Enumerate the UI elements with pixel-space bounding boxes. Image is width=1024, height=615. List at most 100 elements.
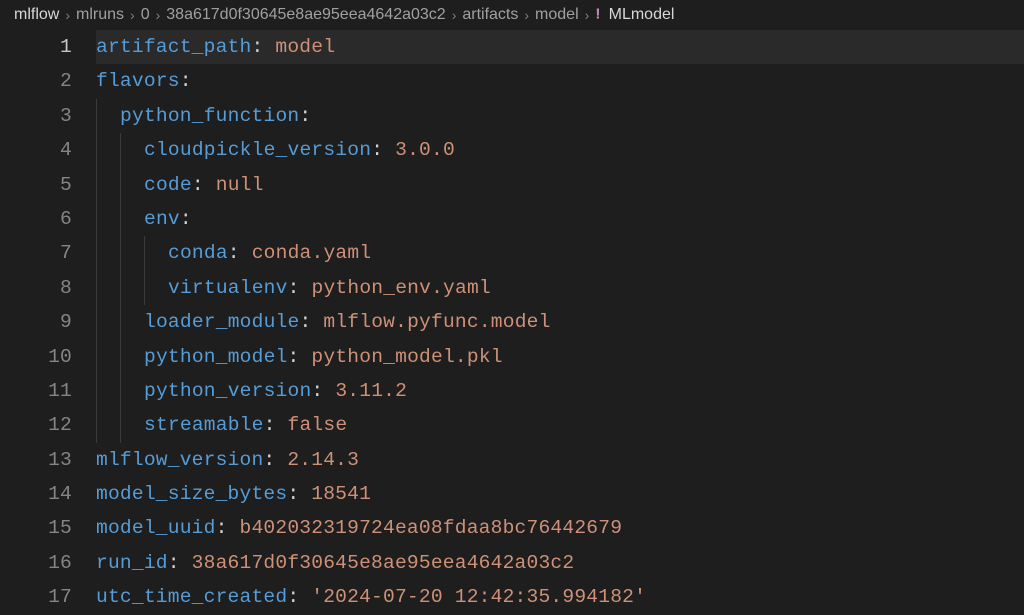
yaml-value: python_env.yaml	[312, 277, 491, 299]
code-line[interactable]: loader_module: mlflow.pyfunc.model	[96, 305, 1024, 339]
yaml-value: mlflow.pyfunc.model	[323, 311, 550, 333]
yaml-punct: :	[371, 139, 395, 161]
line-number: 3	[0, 99, 72, 133]
line-number-gutter: 1234567891011121314151617	[0, 30, 96, 615]
line-number: 10	[0, 340, 72, 374]
line-number: 15	[0, 511, 72, 545]
code-line[interactable]: python_model: python_model.pkl	[96, 340, 1024, 374]
yaml-punct: :	[228, 242, 252, 264]
code-line[interactable]: virtualenv: python_env.yaml	[96, 271, 1024, 305]
yaml-value: null	[216, 174, 264, 196]
line-number: 2	[0, 64, 72, 98]
yaml-punct: :	[263, 449, 287, 471]
yaml-value: false	[288, 414, 348, 436]
yaml-key: model_size_bytes	[96, 483, 287, 505]
line-number: 5	[0, 168, 72, 202]
yaml-punct: :	[251, 36, 275, 58]
breadcrumb-seg[interactable]: artifacts	[462, 6, 518, 24]
yaml-key: mlflow_version	[96, 449, 263, 471]
yaml-punct: :	[168, 552, 192, 574]
yaml-value: b402032319724ea08fdaa8bc76442679	[240, 517, 623, 539]
code-line[interactable]: python_version: 3.11.2	[96, 374, 1024, 408]
breadcrumb-seg[interactable]: mlflow	[14, 6, 59, 24]
yaml-value: '2024-07-20 12:42:35.994182'	[311, 586, 646, 608]
line-number: 12	[0, 408, 72, 442]
yaml-value: 2.14.3	[287, 449, 359, 471]
code-area[interactable]: artifact_path: modelflavors:python_funct…	[96, 30, 1024, 615]
yaml-punct: :	[288, 277, 312, 299]
line-number: 1	[0, 30, 72, 64]
yaml-key: cloudpickle_version	[144, 139, 371, 161]
breadcrumb-seg[interactable]: mlruns	[76, 6, 124, 24]
breadcrumb-file[interactable]: MLmodel	[609, 6, 675, 24]
yaml-punct: :	[216, 517, 240, 539]
yaml-punct: :	[180, 208, 192, 230]
yaml-key: artifact_path	[96, 36, 251, 58]
yaml-key: flavors	[96, 70, 180, 92]
line-number: 16	[0, 546, 72, 580]
breadcrumb-seg[interactable]: model	[535, 6, 579, 24]
yaml-punct: :	[287, 586, 311, 608]
yaml-key: loader_module	[144, 311, 299, 333]
exclaim-icon: !	[595, 7, 600, 23]
line-number: 6	[0, 202, 72, 236]
line-number: 4	[0, 133, 72, 167]
chevron-right-icon: ›	[524, 7, 529, 23]
yaml-punct: :	[264, 414, 288, 436]
yaml-key: virtualenv	[168, 277, 288, 299]
code-line[interactable]: artifact_path: model	[96, 30, 1024, 64]
line-number: 7	[0, 236, 72, 270]
yaml-value: model	[275, 36, 335, 58]
code-line[interactable]: run_id: 38a617d0f30645e8ae95eea4642a03c2	[96, 546, 1024, 580]
line-number: 11	[0, 374, 72, 408]
code-line[interactable]: env:	[96, 202, 1024, 236]
code-line[interactable]: model_uuid: b402032319724ea08fdaa8bc7644…	[96, 511, 1024, 545]
breadcrumb-seg[interactable]: 38a617d0f30645e8ae95eea4642a03c2	[166, 6, 445, 24]
yaml-value: 38a617d0f30645e8ae95eea4642a03c2	[192, 552, 575, 574]
yaml-value: 3.11.2	[335, 380, 407, 402]
yaml-key: env	[144, 208, 180, 230]
yaml-value: python_model.pkl	[311, 346, 502, 368]
chevron-right-icon: ›	[65, 7, 70, 23]
code-line[interactable]: python_function:	[96, 99, 1024, 133]
code-line[interactable]: flavors:	[96, 64, 1024, 98]
yaml-punct: :	[287, 483, 311, 505]
yaml-punct: :	[288, 346, 312, 368]
yaml-punct: :	[311, 380, 335, 402]
yaml-punct: :	[299, 105, 311, 127]
yaml-key: python_function	[120, 105, 299, 127]
line-number: 13	[0, 443, 72, 477]
yaml-key: conda	[168, 242, 228, 264]
line-number: 14	[0, 477, 72, 511]
breadcrumb[interactable]: mlflow › mlruns › 0 › 38a617d0f30645e8ae…	[0, 0, 1024, 30]
code-line[interactable]: model_size_bytes: 18541	[96, 477, 1024, 511]
code-editor[interactable]: 1234567891011121314151617 artifact_path:…	[0, 30, 1024, 615]
yaml-key: python_version	[144, 380, 311, 402]
yaml-value: 18541	[311, 483, 371, 505]
chevron-right-icon: ›	[130, 7, 135, 23]
chevron-right-icon: ›	[156, 7, 161, 23]
yaml-key: python_model	[144, 346, 288, 368]
breadcrumb-seg[interactable]: 0	[141, 6, 150, 24]
chevron-right-icon: ›	[452, 7, 457, 23]
yaml-punct: :	[192, 174, 216, 196]
code-line[interactable]: conda: conda.yaml	[96, 236, 1024, 270]
code-line[interactable]: utc_time_created: '2024-07-20 12:42:35.9…	[96, 580, 1024, 614]
line-number: 9	[0, 305, 72, 339]
yaml-punct: :	[180, 70, 192, 92]
code-line[interactable]: streamable: false	[96, 408, 1024, 442]
code-line[interactable]: code: null	[96, 168, 1024, 202]
yaml-key: utc_time_created	[96, 586, 287, 608]
line-number: 8	[0, 271, 72, 305]
yaml-key: streamable	[144, 414, 264, 436]
chevron-right-icon: ›	[585, 7, 590, 23]
yaml-key: run_id	[96, 552, 168, 574]
yaml-value: conda.yaml	[252, 242, 372, 264]
yaml-punct: :	[299, 311, 323, 333]
yaml-key: code	[144, 174, 192, 196]
yaml-key: model_uuid	[96, 517, 216, 539]
yaml-value: 3.0.0	[395, 139, 455, 161]
code-line[interactable]: cloudpickle_version: 3.0.0	[96, 133, 1024, 167]
line-number: 17	[0, 580, 72, 614]
code-line[interactable]: mlflow_version: 2.14.3	[96, 443, 1024, 477]
